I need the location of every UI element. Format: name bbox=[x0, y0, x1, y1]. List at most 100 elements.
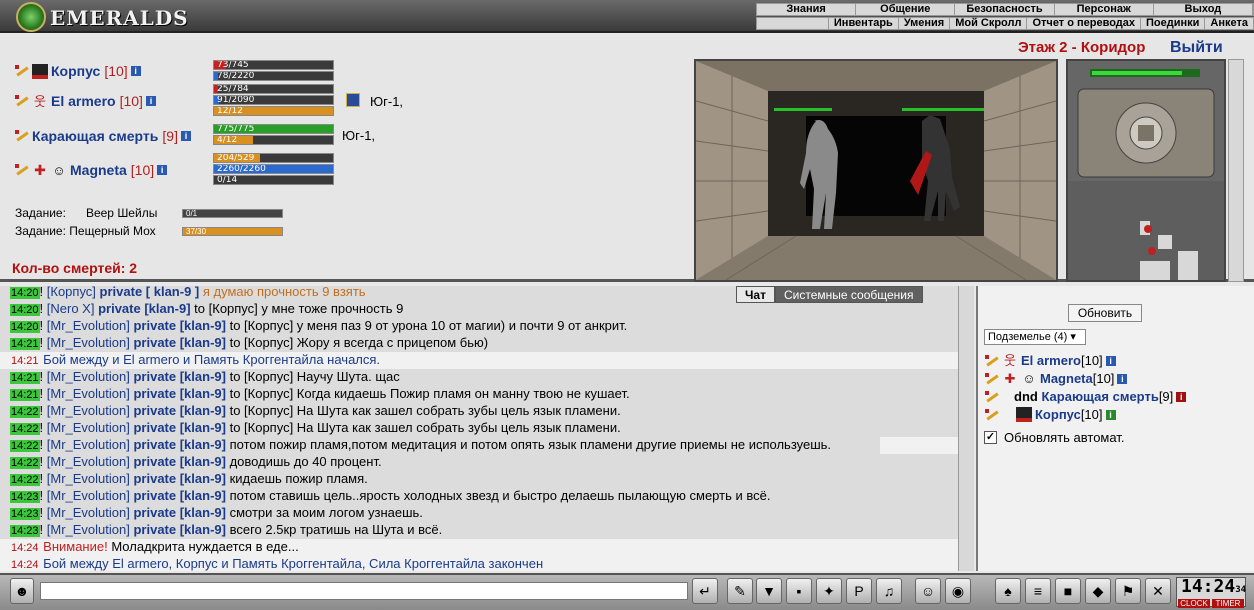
info-icon[interactable]: i bbox=[145, 96, 156, 106]
chat-nick[interactable]: [Mr_Evolution] bbox=[47, 488, 130, 503]
eraser-icon[interactable]: ✎ bbox=[727, 578, 753, 604]
info-icon[interactable]: i bbox=[130, 66, 141, 76]
smiley-icon[interactable]: ☺ bbox=[915, 578, 941, 604]
submenu-my-scroll[interactable]: Мой Скролл bbox=[949, 18, 1026, 29]
info-icon[interactable]: i bbox=[1105, 409, 1116, 420]
chat-private-tag[interactable]: private [klan-9] bbox=[133, 505, 225, 520]
player-level: [10] bbox=[1080, 353, 1103, 368]
chat-private-tag[interactable]: private [klan-9] bbox=[98, 301, 190, 316]
player-list-item[interactable]: ✚ ☺ Magneta [10] i bbox=[984, 371, 1128, 386]
tab-chat[interactable]: Чат bbox=[736, 286, 775, 303]
chat-private-tag[interactable]: private [klan-9] bbox=[133, 420, 225, 435]
timer-label[interactable]: TIMER bbox=[1212, 599, 1244, 608]
helmet-icon[interactable]: ◉ bbox=[945, 578, 971, 604]
chat-private-tag[interactable]: private [klan-9] bbox=[133, 386, 225, 401]
info-icon[interactable]: i bbox=[1176, 391, 1187, 402]
potion-icon[interactable]: ♠ bbox=[995, 578, 1021, 604]
chat-nick[interactable]: [Mr_Evolution] bbox=[47, 403, 130, 418]
submenu-duels[interactable]: Поединки bbox=[1140, 18, 1204, 29]
sword-icon bbox=[984, 390, 1000, 404]
chat-timestamp: 14:21 bbox=[10, 372, 40, 384]
submenu-skills[interactable]: Умения bbox=[897, 18, 949, 29]
chat-nick[interactable]: [Mr_Evolution] bbox=[47, 420, 130, 435]
chat-private-tag[interactable]: private [klan-9] bbox=[133, 318, 225, 333]
player-list-item[interactable]: Корпус [10] i bbox=[984, 407, 1116, 422]
chat-nick[interactable]: [Корпус] bbox=[47, 286, 96, 299]
menu-exit[interactable]: Выход bbox=[1154, 4, 1254, 15]
smile-menu-icon[interactable]: ☻ bbox=[10, 578, 34, 604]
party-member[interactable]: 웃 El armero [10] i bbox=[14, 92, 156, 110]
minimap[interactable] bbox=[1066, 59, 1226, 282]
clock-label[interactable]: CLOCK bbox=[1178, 599, 1210, 608]
chat-line: 14:22! [Mr_Evolution] private [klan-9] к… bbox=[0, 471, 958, 488]
info-icon[interactable]: i bbox=[1105, 355, 1116, 366]
chat-scrollbar[interactable] bbox=[958, 286, 974, 571]
chat-private-tag[interactable]: private [klan-9] bbox=[133, 403, 225, 418]
private-icon[interactable]: P bbox=[846, 578, 872, 604]
menu-knowledge[interactable]: Знания bbox=[757, 4, 857, 15]
chat-nick[interactable]: [Nero X] bbox=[47, 301, 95, 316]
auto-update-option[interactable]: ✓ Обновлять автомат. bbox=[984, 430, 1124, 445]
chat-nick[interactable]: [Mr_Evolution] bbox=[47, 318, 130, 333]
cross-icon: ✚ bbox=[34, 161, 46, 178]
chat-line: 14:22! [Mr_Evolution] private [klan-9] t… bbox=[0, 403, 958, 420]
chat-private-tag[interactable]: private [klan-9] bbox=[133, 454, 225, 469]
music-icon[interactable]: ♫ bbox=[876, 578, 902, 604]
flag-icon[interactable]: ⚑ bbox=[1115, 578, 1141, 604]
chat-timestamp: 14:21 bbox=[10, 338, 40, 350]
chat-private-tag[interactable]: private [ klan-9 ] bbox=[100, 286, 200, 299]
chat-private-tag[interactable]: private [klan-9] bbox=[133, 335, 225, 350]
location-select[interactable]: Подземелье (4) ▾ bbox=[984, 329, 1086, 345]
party-member[interactable]: Корпус [10] i bbox=[14, 62, 141, 80]
exit-door-icon[interactable]: ✕ bbox=[1145, 578, 1171, 604]
submenu-inventory[interactable]: Инвентарь bbox=[827, 18, 898, 29]
info-icon[interactable]: i bbox=[180, 131, 191, 141]
party-member[interactable]: Карающая смерть [9] i bbox=[14, 127, 191, 145]
scroll-icon[interactable]: ≡ bbox=[1025, 578, 1051, 604]
chat-nick[interactable]: [Mr_Evolution] bbox=[47, 386, 130, 401]
chat-log[interactable]: 14:20! [Корпус] private [ klan-9 ] я дум… bbox=[0, 286, 958, 571]
save-icon[interactable]: ▪ bbox=[786, 578, 812, 604]
chat-nick[interactable]: [Mr_Evolution] bbox=[47, 505, 130, 520]
chat-nick[interactable]: [Mr_Evolution] bbox=[47, 369, 130, 384]
menu-communication[interactable]: Общение bbox=[856, 4, 956, 15]
dungeon-view[interactable] bbox=[694, 59, 1058, 282]
auto-update-checkbox[interactable]: ✓ bbox=[984, 431, 997, 444]
info-icon[interactable]: i bbox=[157, 165, 168, 175]
send-icon[interactable]: ↵ bbox=[692, 578, 718, 604]
chat-nick[interactable]: [Mr_Evolution] bbox=[47, 522, 130, 537]
gift-icon[interactable]: ◆ bbox=[1085, 578, 1111, 604]
filter-icon[interactable]: ▼ bbox=[756, 578, 782, 604]
chat-nick[interactable]: [Mr_Evolution] bbox=[47, 454, 130, 469]
tab-system-messages[interactable]: Системные сообщения bbox=[774, 286, 923, 303]
party-member-level: [10] bbox=[130, 162, 155, 178]
chat-nick[interactable]: [Mr_Evolution] bbox=[47, 335, 130, 350]
chat-line: 14:22! [Mr_Evolution] private [klan-9] д… bbox=[0, 454, 958, 471]
menu-character[interactable]: Персонаж bbox=[1055, 4, 1154, 15]
chat-nick[interactable]: [Mr_Evolution] bbox=[47, 471, 130, 486]
message-input[interactable] bbox=[40, 582, 688, 600]
player-list-item[interactable]: 웃 El armero [10] i bbox=[984, 353, 1116, 368]
chat-private-tag[interactable]: private [klan-9] bbox=[133, 369, 225, 384]
submenu-profile[interactable]: Анкета bbox=[1204, 18, 1253, 29]
menu-security[interactable]: Безопасность bbox=[955, 4, 1055, 15]
player-name: Magneta bbox=[1040, 371, 1093, 386]
chat-line: 14:21 Бой между и El armero и Память Кро… bbox=[0, 352, 958, 369]
submenu-transfer-report[interactable]: Отчет о переводах bbox=[1026, 18, 1140, 29]
party-member[interactable]: ✚ ☺ Magneta [10] i bbox=[14, 161, 168, 179]
chat-private-tag[interactable]: private [klan-9] bbox=[133, 522, 225, 537]
player-list-item[interactable]: dnd Карающая смерть [9] i bbox=[984, 389, 1187, 404]
chat-text: to [Корпус] у мне тоже прочность 9 bbox=[190, 301, 404, 316]
camera-icon[interactable]: ■ bbox=[1055, 578, 1081, 604]
fighter-icon[interactable]: ✦ bbox=[816, 578, 842, 604]
exit-link[interactable]: Выйти bbox=[1170, 39, 1223, 57]
chat-line: 14:22! [Mr_Evolution] private [klan-9] п… bbox=[0, 437, 880, 454]
mask-icon: ☺ bbox=[52, 162, 66, 178]
chat-private-tag[interactable]: private [klan-9] bbox=[133, 488, 225, 503]
chat-nick[interactable]: [Mr_Evolution] bbox=[47, 437, 130, 452]
info-icon[interactable]: i bbox=[1117, 373, 1128, 384]
chat-private-tag[interactable]: private [klan-9] bbox=[133, 471, 225, 486]
refresh-button[interactable]: Обновить bbox=[1068, 304, 1142, 322]
view-scrollbar[interactable] bbox=[1228, 59, 1244, 282]
chat-private-tag[interactable]: private [klan-9] bbox=[133, 437, 225, 452]
